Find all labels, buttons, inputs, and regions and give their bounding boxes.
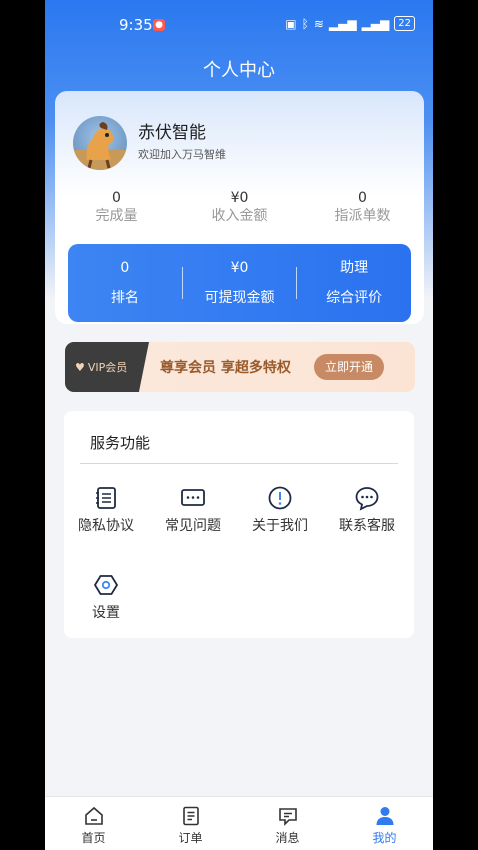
- status-bar: 9:35 ● ▣ ᛒ ≋ ▂▄▆ ▂▄▆ 22: [45, 0, 433, 48]
- stat-label: 完成量: [95, 208, 138, 224]
- service-privacy[interactable]: 隐私协议: [66, 485, 146, 545]
- summary-panel: 0 排名 ¥0 可提现金额 助理 综合评价: [68, 244, 411, 322]
- service-label: 关于我们: [252, 518, 308, 534]
- tab-home[interactable]: 首页: [45, 797, 142, 850]
- document-list-icon: [96, 487, 116, 509]
- battery-icon: 22: [394, 16, 415, 31]
- service-label: 设置: [92, 605, 120, 621]
- user-welcome: 欢迎加入万马智维: [138, 148, 226, 161]
- tab-label: 消息: [275, 831, 300, 845]
- tab-label: 订单: [178, 831, 203, 845]
- status-icons: ▣ ᛒ ≋ ▂▄▆ ▂▄▆ 22: [285, 16, 415, 31]
- avatar[interactable]: [73, 116, 127, 170]
- panel-value: 0: [120, 260, 130, 276]
- bluetooth-icon: ᛒ: [301, 16, 309, 31]
- profile-card: 赤伏智能 欢迎加入万马智维 0 完成量 ¥0 收入金额 0 指派单数 0 排名: [55, 91, 424, 324]
- panel-label: 排名: [110, 290, 139, 306]
- service-card: 服务功能 隐私协议 常见问题 关于我们 联系客服 设置: [64, 411, 414, 638]
- signal-icon-2: ▂▄▆: [361, 16, 390, 31]
- stat-assigned[interactable]: 0 指派单数: [301, 189, 424, 229]
- divider: [80, 463, 398, 464]
- panel-rank[interactable]: 0 排名: [68, 256, 182, 310]
- notification-icon: ●: [153, 19, 165, 31]
- home-icon: [84, 806, 103, 825]
- panel-label: 可提现金额: [204, 290, 275, 306]
- stat-completed[interactable]: 0 完成量: [55, 189, 178, 229]
- stat-label: 指派单数: [334, 208, 391, 224]
- panel-rating[interactable]: 助理 综合评价: [297, 256, 411, 310]
- status-time: 9:35: [119, 16, 153, 34]
- heart-icon: ♥: [75, 360, 85, 374]
- chat-dots-icon: [181, 489, 205, 506]
- info-circle-icon: [268, 486, 292, 510]
- message-icon: [278, 808, 297, 826]
- stat-value: 0: [112, 190, 121, 206]
- bottom-tab-bar: 首页 订单 消息 我的: [45, 796, 433, 850]
- stats-row: 0 完成量 ¥0 收入金额 0 指派单数: [55, 189, 424, 229]
- stat-value: ¥0: [230, 190, 249, 206]
- service-support[interactable]: 联系客服: [327, 485, 407, 545]
- panel-withdrawable[interactable]: ¥0 可提现金额: [183, 256, 297, 310]
- service-title: 服务功能: [90, 434, 151, 452]
- app-screen: 9:35 ● ▣ ᛒ ≋ ▂▄▆ ▂▄▆ 22 个人中心 赤伏智能 欢迎加入万马…: [45, 0, 433, 850]
- service-label: 联系客服: [339, 518, 395, 534]
- vip-promo-text: 尊享会员 享超多特权: [160, 360, 291, 376]
- tab-label: 我的: [372, 831, 397, 845]
- service-about[interactable]: 关于我们: [240, 485, 320, 545]
- vip-open-button[interactable]: 立即开通: [314, 354, 384, 380]
- signal-icon: ▂▄▆: [328, 16, 357, 31]
- vip-tag-label: VIP会员: [87, 361, 128, 374]
- person-icon: [376, 807, 393, 825]
- vip-banner[interactable]: ♥ VIP会员 尊享会员 享超多特权 立即开通: [65, 342, 415, 392]
- user-name: 赤伏智能: [138, 123, 206, 143]
- panel-label: 综合评价: [326, 290, 383, 306]
- service-label: 隐私协议: [78, 518, 134, 534]
- stat-label: 收入金额: [211, 208, 268, 224]
- service-faq[interactable]: 常见问题: [153, 485, 233, 545]
- page-title: 个人中心: [203, 60, 275, 81]
- tab-messages[interactable]: 消息: [239, 797, 336, 850]
- hexagon-settings-icon: [93, 575, 119, 595]
- nfc-icon: ▣: [285, 16, 297, 31]
- horse-avatar-icon: [73, 122, 127, 170]
- service-label: 常见问题: [165, 518, 221, 534]
- message-bubble-icon: [355, 487, 379, 511]
- tab-mine[interactable]: 我的: [336, 797, 433, 850]
- wifi-icon: ≋: [313, 16, 324, 31]
- panel-value: 助理: [340, 260, 369, 276]
- vip-tag: ♥ VIP会员: [65, 342, 149, 392]
- service-settings[interactable]: 设置: [66, 572, 146, 632]
- stat-value: 0: [358, 190, 367, 206]
- tab-orders[interactable]: 订单: [142, 797, 239, 850]
- stat-income[interactable]: ¥0 收入金额: [178, 189, 301, 229]
- panel-value: ¥0: [230, 260, 249, 276]
- order-list-icon: [182, 806, 199, 826]
- tab-label: 首页: [81, 831, 106, 845]
